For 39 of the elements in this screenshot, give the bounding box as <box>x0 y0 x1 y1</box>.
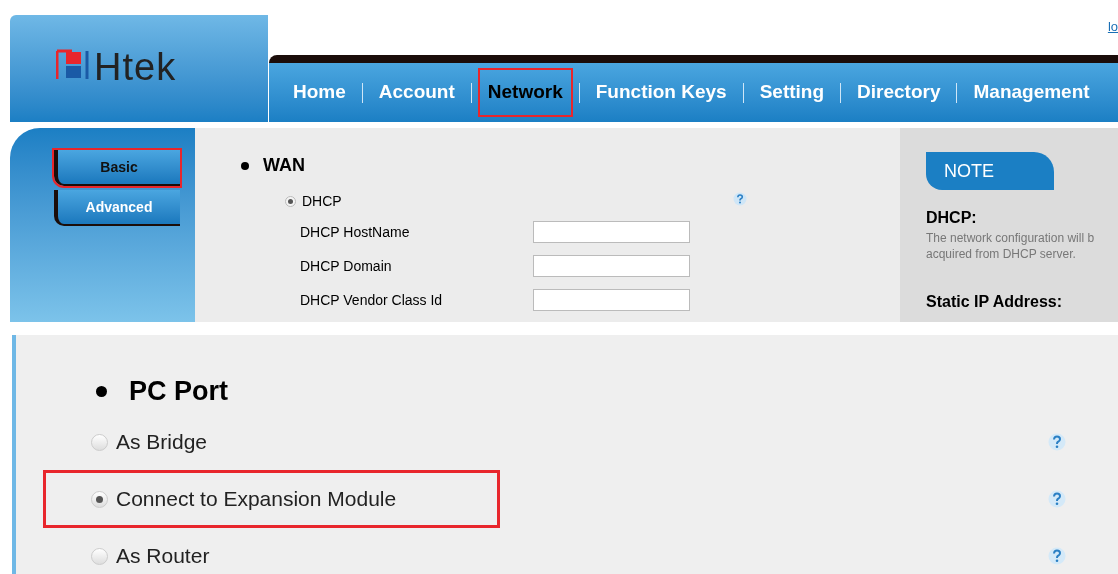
input-field[interactable] <box>533 255 690 277</box>
note-heading: Static IP Address: <box>926 292 1064 312</box>
option-label: DHCP <box>302 192 342 211</box>
field-label: DHCP Vendor Class Id <box>300 290 444 310</box>
help-icon[interactable] <box>1048 546 1066 565</box>
radio-button[interactable] <box>285 196 296 207</box>
radio-button[interactable] <box>91 547 108 565</box>
field-label: DHCP Domain <box>300 256 393 276</box>
radio-button[interactable] <box>91 490 108 508</box>
sidebar-item[interactable]: Advanced <box>54 190 180 226</box>
nav-tab[interactable]: Management <box>965 70 1098 115</box>
field-label: DHCP HostName <box>300 222 411 242</box>
note-header: NOTE <box>926 152 1054 190</box>
nav-tab[interactable]: Account <box>370 70 463 115</box>
logo-text: Htek <box>94 49 177 85</box>
input-field[interactable] <box>533 221 690 243</box>
section-title: WAN <box>263 154 305 177</box>
sidebar-item[interactable]: Basic <box>54 150 180 186</box>
logo-icon <box>56 49 90 81</box>
option-label: As Bridge <box>116 429 208 456</box>
note-text: The network configuration will b <box>926 230 1096 246</box>
note-text: acquired from DHCP server. <box>926 246 1077 262</box>
input-field[interactable] <box>533 289 690 311</box>
option-label: As Router <box>116 543 210 570</box>
radio-button[interactable] <box>91 433 108 451</box>
bullet-icon <box>241 161 249 170</box>
help-icon[interactable] <box>733 192 747 206</box>
bullet-icon <box>96 385 107 397</box>
note-heading: DHCP: <box>926 208 978 228</box>
help-icon[interactable] <box>1048 432 1066 451</box>
nav-tab[interactable]: Network <box>479 70 571 115</box>
nav-tab[interactable]: Directory <box>849 70 949 115</box>
section-title: PC Port <box>129 375 228 408</box>
top-link[interactable]: lo <box>1107 17 1118 37</box>
help-icon[interactable] <box>1048 489 1066 508</box>
option-label: Connect to Expansion Module <box>116 486 397 513</box>
nav-tab[interactable]: Setting <box>751 70 833 115</box>
nav-tab[interactable]: Function Keys <box>587 70 735 115</box>
nav-tab[interactable]: Home <box>285 70 354 115</box>
